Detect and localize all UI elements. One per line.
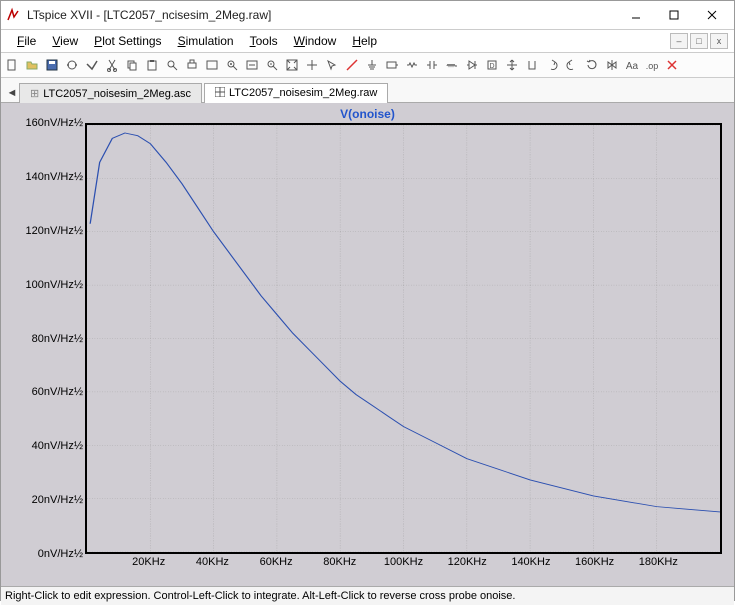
menu-tools[interactable]: Tools	[242, 32, 286, 50]
zoom-back-icon[interactable]	[243, 56, 261, 74]
y-tick-label: 20nV/Hz½	[32, 494, 83, 506]
tab-label: LTC2057_noisesim_2Meg.asc	[43, 88, 191, 100]
rotate-icon[interactable]	[583, 56, 601, 74]
plot-area[interactable]: V(onoise) 0nV/Hz½ 20nV/Hz½ 40nV/Hz½ 60nV/Hz…	[1, 103, 734, 586]
schematic-icon: ⊞	[30, 88, 39, 100]
zoom-out-icon[interactable]	[263, 56, 281, 74]
net-label-icon[interactable]	[383, 56, 401, 74]
menu-help[interactable]: Help	[344, 32, 385, 50]
x-tick-label: 20KHz	[132, 556, 165, 568]
text-icon[interactable]: Aa	[623, 56, 641, 74]
app-window: LTspice XVII - [LTC2057_ncisesim_2Meg.ra…	[0, 0, 735, 601]
x-tick-label: 40KHz	[196, 556, 229, 568]
open-icon[interactable]	[23, 56, 41, 74]
tab-bar: ◄ ⊞ LTC2057_noisesim_2Meg.asc LTC2057_nois…	[1, 78, 734, 103]
y-tick-label: 140nV/Hz½	[26, 171, 83, 183]
zoom-in-icon[interactable]	[223, 56, 241, 74]
undo-icon[interactable]	[543, 56, 561, 74]
capacitor-icon[interactable]	[423, 56, 441, 74]
tab-schematic[interactable]: ⊞ LTC2057_noisesim_2Meg.asc	[19, 83, 202, 103]
menu-view[interactable]: View	[44, 32, 86, 50]
mdi-restore-button[interactable]: □	[690, 33, 708, 49]
mdi-window-buttons: – □ x	[670, 33, 732, 49]
zoom-fit-icon[interactable]	[283, 56, 301, 74]
window-buttons	[618, 4, 730, 26]
diode-icon[interactable]	[463, 56, 481, 74]
x-tick-label: 120KHz	[448, 556, 487, 568]
svg-text:Aa: Aa	[626, 61, 639, 72]
run-icon[interactable]	[63, 56, 81, 74]
x-tick-label: 80KHz	[323, 556, 356, 568]
minimize-button[interactable]	[618, 4, 654, 26]
move-icon[interactable]	[503, 56, 521, 74]
maximize-button[interactable]	[656, 4, 692, 26]
y-tick-label: 120nV/Hz½	[26, 225, 83, 237]
copy-icon[interactable]	[123, 56, 141, 74]
op-icon[interactable]: .op	[643, 56, 661, 74]
trace-title[interactable]: V(onoise)	[340, 107, 395, 121]
x-tick-label: 180KHz	[639, 556, 678, 568]
tab-list: ⊞ LTC2057_noisesim_2Meg.asc LTC2057_noises…	[19, 82, 390, 102]
gnd-icon[interactable]	[363, 56, 381, 74]
y-tick-label: 60nV/Hz½	[32, 386, 83, 398]
component-icon[interactable]: D	[483, 56, 501, 74]
resistor-icon[interactable]	[403, 56, 421, 74]
y-tick-label: 160nV/Hz½	[26, 117, 83, 129]
autorange-icon[interactable]	[303, 56, 321, 74]
tab-label: LTC2057_noisesim_2Meg.raw	[229, 87, 377, 99]
x-tick-label: 60KHz	[260, 556, 293, 568]
menu-bar: FileViewPlot SettingsSimulationToolsWind…	[1, 30, 734, 53]
print-icon[interactable]	[183, 56, 201, 74]
toolbar: D Aa .op	[1, 53, 734, 78]
window-title: LTspice XVII - [LTC2057_ncisesim_2Meg.ra…	[27, 8, 618, 22]
search-icon[interactable]	[163, 56, 181, 74]
setup-icon[interactable]	[203, 56, 221, 74]
menu-window[interactable]: Window	[286, 32, 345, 50]
tab-plot[interactable]: LTC2057_noisesim_2Meg.raw	[204, 83, 388, 103]
cursor-icon[interactable]	[323, 56, 341, 74]
status-text: Right-Click to edit expression. Control-…	[5, 590, 516, 602]
y-tick-label: 100nV/Hz½	[26, 279, 83, 291]
status-bar: Right-Click to edit expression. Control-…	[1, 586, 734, 605]
plot-box[interactable]	[85, 123, 722, 554]
title-bar: LTspice XVII - [LTC2057_ncisesim_2Meg.ra…	[1, 1, 734, 30]
tab-nav-left[interactable]: ◄	[5, 84, 19, 102]
paste-icon[interactable]	[143, 56, 161, 74]
redo-icon[interactable]	[563, 56, 581, 74]
mdi-minimize-button[interactable]: –	[670, 33, 688, 49]
mdi-close-button[interactable]: x	[710, 33, 728, 49]
app-icon	[5, 7, 21, 23]
menu-items: FileViewPlot SettingsSimulationToolsWind…	[9, 32, 385, 50]
x-tick-label: 160KHz	[575, 556, 614, 568]
delete-icon[interactable]	[663, 56, 681, 74]
y-tick-label: 0nV/Hz½	[38, 548, 83, 560]
svg-text:D: D	[489, 63, 494, 70]
y-tick-label: 40nV/Hz½	[32, 440, 83, 452]
menu-plot-settings[interactable]: Plot Settings	[86, 32, 169, 50]
mirror-icon[interactable]	[603, 56, 621, 74]
wire-icon[interactable]	[343, 56, 361, 74]
close-button[interactable]	[694, 4, 730, 26]
menu-simulation[interactable]: Simulation	[170, 32, 242, 50]
plot-icon	[215, 87, 225, 97]
y-tick-label: 80nV/Hz½	[32, 333, 83, 345]
x-tick-label: 140KHz	[511, 556, 550, 568]
trace-line	[90, 133, 720, 512]
new-icon[interactable]	[3, 56, 21, 74]
inductor-icon[interactable]	[443, 56, 461, 74]
save-icon[interactable]	[43, 56, 61, 74]
stop-icon[interactable]	[83, 56, 101, 74]
x-tick-label: 100KHz	[384, 556, 423, 568]
menu-file[interactable]: File	[9, 32, 44, 50]
cut-icon[interactable]	[103, 56, 121, 74]
svg-text:.op: .op	[646, 61, 659, 71]
drag-icon[interactable]	[523, 56, 541, 74]
plot-svg	[87, 125, 720, 552]
